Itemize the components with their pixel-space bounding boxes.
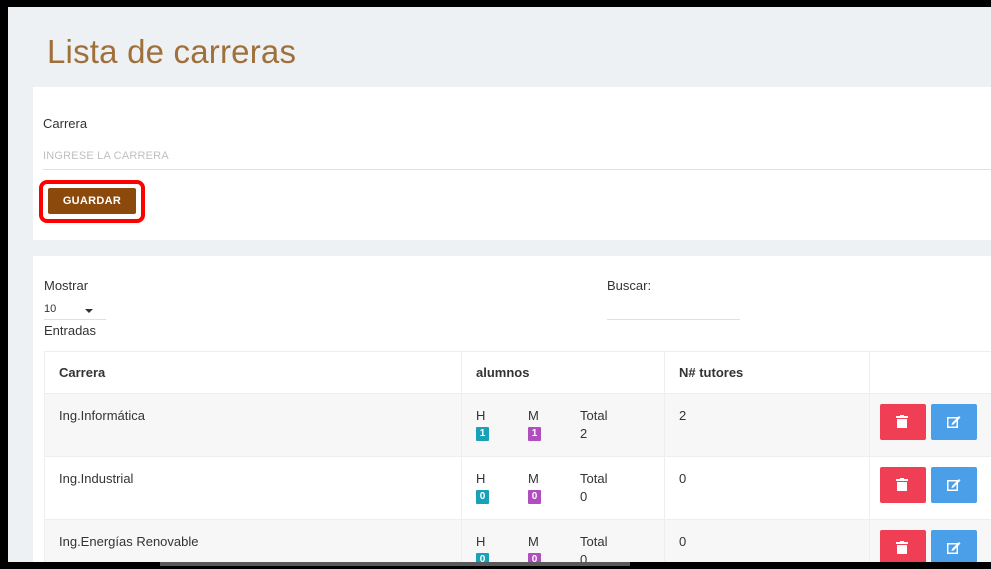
cell-alumnos: H 1 M 1 Total 2 (461, 393, 665, 457)
save-button[interactable]: GUARDAR (48, 188, 136, 214)
trash-icon (896, 478, 908, 491)
men-label: H (476, 408, 486, 423)
edit-icon (946, 416, 961, 428)
table-row: Ing.Industrial H 0 M 0 Total 0 0 (44, 456, 991, 520)
women-count-badge: 0 (528, 490, 541, 504)
edit-icon (946, 479, 961, 491)
table-row: Ing.Energías Renovable H0 M0 Total 0 0 (44, 519, 991, 565)
page-title: Lista de carreras (47, 33, 297, 70)
career-field-label: Carrera (43, 116, 88, 131)
total-label: Total (580, 471, 608, 486)
cell-alumnos: H0 M0 Total 0 (461, 519, 665, 565)
men-label: H (476, 471, 486, 486)
table-header-row: Carrera alumnos N# tutores (44, 351, 991, 394)
women-label: M (528, 471, 539, 486)
delete-button[interactable] (880, 467, 926, 503)
men-count-badge: 0 (476, 490, 489, 504)
cell-actions (869, 519, 991, 565)
app-frame: Lista de carreras Carrera GUARDAR Mostra… (8, 7, 991, 565)
cell-tutores: 2 (664, 393, 870, 457)
horizontal-scrollbar[interactable] (160, 562, 630, 566)
trash-icon (896, 415, 908, 428)
chevron-down-icon (85, 309, 93, 313)
women-label: M (528, 408, 539, 423)
total-label: Total (580, 534, 608, 549)
women-count-badge: 1 (528, 427, 541, 441)
edit-button[interactable] (930, 467, 977, 503)
column-header-carrera[interactable]: Carrera (44, 351, 462, 394)
cell-alumnos: H 0 M 0 Total 0 (461, 456, 665, 520)
career-table: Carrera alumnos N# tutores Ing.Informáti… (44, 351, 991, 565)
cell-carrera: Ing.Energías Renovable (44, 519, 462, 565)
career-table-card: Mostrar 10 Entradas Buscar: Carrera alum… (33, 256, 991, 565)
cell-carrera: Ing.Industrial (44, 456, 462, 520)
length-select-value: 10 (44, 303, 57, 315)
delete-button[interactable] (880, 530, 926, 565)
save-button-highlight: GUARDAR (39, 180, 145, 223)
length-suffix: Entradas (44, 323, 97, 338)
delete-button[interactable] (880, 404, 926, 440)
career-form-card: Carrera GUARDAR (33, 87, 991, 240)
total-count: 2 (580, 426, 588, 441)
search-label: Buscar: (607, 278, 652, 293)
men-label: H (476, 534, 486, 549)
column-header-tutores[interactable]: N# tutores (664, 351, 870, 394)
column-header-actions (869, 351, 991, 394)
edit-button[interactable] (930, 404, 977, 440)
cell-actions (869, 456, 991, 520)
women-label: M (528, 534, 539, 549)
men-count-badge: 1 (476, 427, 489, 441)
length-select[interactable]: 10 (44, 298, 106, 320)
total-count: 0 (580, 489, 588, 504)
cell-carrera: Ing.Informática (44, 393, 462, 457)
table-row: Ing.Informática H 1 M 1 Total 2 2 (44, 393, 991, 457)
edit-icon (946, 542, 961, 554)
career-input[interactable] (43, 142, 991, 170)
edit-button[interactable] (930, 530, 977, 565)
length-label: Mostrar (44, 278, 89, 293)
cell-tutores: 0 (664, 456, 870, 520)
cell-actions (869, 393, 991, 457)
trash-icon (896, 541, 908, 554)
cell-tutores: 0 (664, 519, 870, 565)
search-input[interactable] (607, 300, 740, 320)
column-header-alumnos[interactable]: alumnos (461, 351, 665, 394)
total-label: Total (580, 408, 608, 423)
